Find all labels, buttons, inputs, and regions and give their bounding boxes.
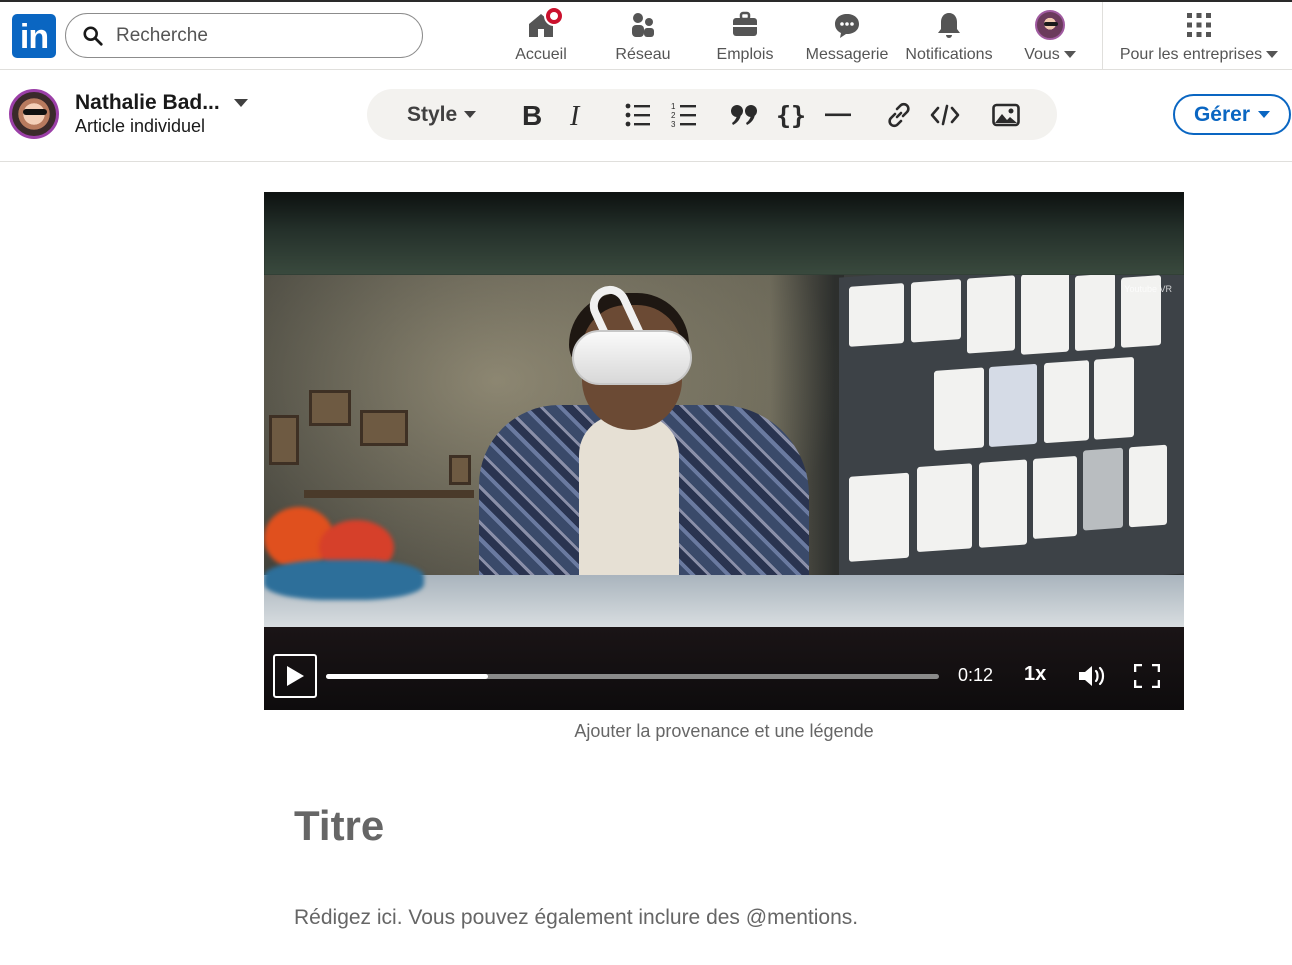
chevron-down-icon xyxy=(464,111,477,118)
nav-item-notifications[interactable]: Notifications xyxy=(900,6,998,68)
search-icon xyxy=(83,26,103,46)
video-progress-fill xyxy=(326,674,489,679)
svg-text:2: 2 xyxy=(671,111,676,120)
nav-item-home[interactable]: Accueil xyxy=(505,6,577,68)
quote-icon xyxy=(731,104,757,125)
author-avatar[interactable] xyxy=(9,89,59,139)
video-progress-bar[interactable] xyxy=(326,674,939,679)
nav-label-messaging: Messagerie xyxy=(805,46,889,63)
nav-item-network[interactable]: Réseau xyxy=(607,6,679,68)
nav-item-messaging[interactable]: Messagerie xyxy=(802,6,892,68)
author-subtitle: Article individuel xyxy=(75,116,206,136)
chevron-down-icon xyxy=(1266,51,1279,59)
nav-item-business[interactable]: Pour les entreprises xyxy=(1115,6,1283,68)
media-caption-placeholder[interactable]: Ajouter la provenance et une légende xyxy=(264,721,1184,742)
bold-button[interactable]: B xyxy=(517,89,547,140)
divider-icon xyxy=(825,113,851,116)
fullscreen-icon[interactable] xyxy=(1134,664,1160,688)
nav-label-network: Réseau xyxy=(615,46,671,63)
svg-text:1: 1 xyxy=(671,102,676,111)
video-letterbox xyxy=(264,192,1184,275)
play-button[interactable] xyxy=(273,654,317,698)
manage-button[interactable]: Gérer xyxy=(1173,94,1291,135)
link-icon xyxy=(888,102,910,127)
quote-button[interactable] xyxy=(729,89,759,140)
nav-label-me: Vous xyxy=(1024,46,1060,63)
bullet-list-icon xyxy=(625,103,650,126)
link-button[interactable] xyxy=(884,89,914,140)
article-body-input[interactable]: Rédigez ici. Vous pouvez également inclu… xyxy=(294,906,858,930)
code-block-icon: {} xyxy=(776,101,806,129)
svg-text:B: B xyxy=(522,102,542,128)
bullet-list-button[interactable] xyxy=(624,89,652,140)
vr-headset xyxy=(572,330,692,385)
bell-icon xyxy=(934,10,964,40)
embed-button[interactable] xyxy=(929,89,961,140)
notification-badge xyxy=(544,6,564,26)
top-navigation: in Accueil Réseau xyxy=(0,0,1292,70)
home-icon xyxy=(526,6,564,40)
code-block-button[interactable]: {} xyxy=(775,89,807,140)
numbered-list-icon: 1 2 3 xyxy=(671,102,696,129)
grid-icon xyxy=(1184,10,1214,40)
svg-text:3: 3 xyxy=(671,120,676,129)
people-icon xyxy=(628,10,658,40)
nav-label-home: Accueil xyxy=(515,46,567,63)
nav-item-me[interactable]: Vous xyxy=(1014,6,1086,68)
briefcase-icon xyxy=(730,10,760,40)
vr-tool-panel xyxy=(839,275,1184,598)
editor-header: Nathalie Bad... Article individuel Style… xyxy=(0,70,1292,162)
chevron-down-icon xyxy=(1258,111,1271,118)
image-icon xyxy=(992,103,1020,126)
numbered-list-button[interactable]: 1 2 3 xyxy=(670,89,698,140)
video-controls: 0:12 1x xyxy=(264,627,1184,710)
style-dropdown[interactable]: Style xyxy=(407,89,477,140)
style-label: Style xyxy=(407,102,458,126)
search-input[interactable] xyxy=(116,22,406,50)
svg-text:{}: {} xyxy=(776,101,806,129)
video-frame: Youtube VR xyxy=(264,275,1184,627)
italic-icon: I xyxy=(569,102,581,128)
formatting-toolbar: Style B I 1 2 3 {} xyxy=(367,89,1057,140)
chevron-down-icon xyxy=(1063,51,1076,59)
nav-label-notifications: Notifications xyxy=(905,46,993,63)
user-avatar xyxy=(1035,10,1065,40)
nav-label-jobs: Emplois xyxy=(716,46,774,63)
linkedin-logo[interactable]: in xyxy=(12,14,56,58)
playback-speed-button[interactable]: 1x xyxy=(1024,663,1046,686)
video-time: 0:12 xyxy=(958,665,994,685)
author-name[interactable]: Nathalie Bad... xyxy=(75,91,220,115)
nav-item-jobs[interactable]: Emplois xyxy=(709,6,781,68)
search-box[interactable] xyxy=(65,13,423,58)
embed-icon xyxy=(930,104,960,125)
play-icon xyxy=(287,666,304,686)
nav-divider xyxy=(1102,2,1103,70)
video-player[interactable]: Youtube VR 0:12 1x xyxy=(264,192,1184,710)
divider-button[interactable] xyxy=(824,89,852,140)
nav-label-business: Pour les entreprises xyxy=(1119,46,1263,63)
manage-label: Gérer xyxy=(1193,102,1251,126)
volume-icon[interactable] xyxy=(1077,663,1107,689)
author-dropdown-icon[interactable] xyxy=(234,99,248,107)
article-title-input[interactable]: Titre xyxy=(294,802,384,850)
bold-icon: B xyxy=(522,102,542,128)
italic-button[interactable]: I xyxy=(564,89,590,140)
image-button[interactable] xyxy=(991,89,1021,140)
chat-icon xyxy=(832,10,862,40)
video-watermark: Youtube VR xyxy=(1124,284,1172,294)
svg-text:I: I xyxy=(569,102,581,128)
